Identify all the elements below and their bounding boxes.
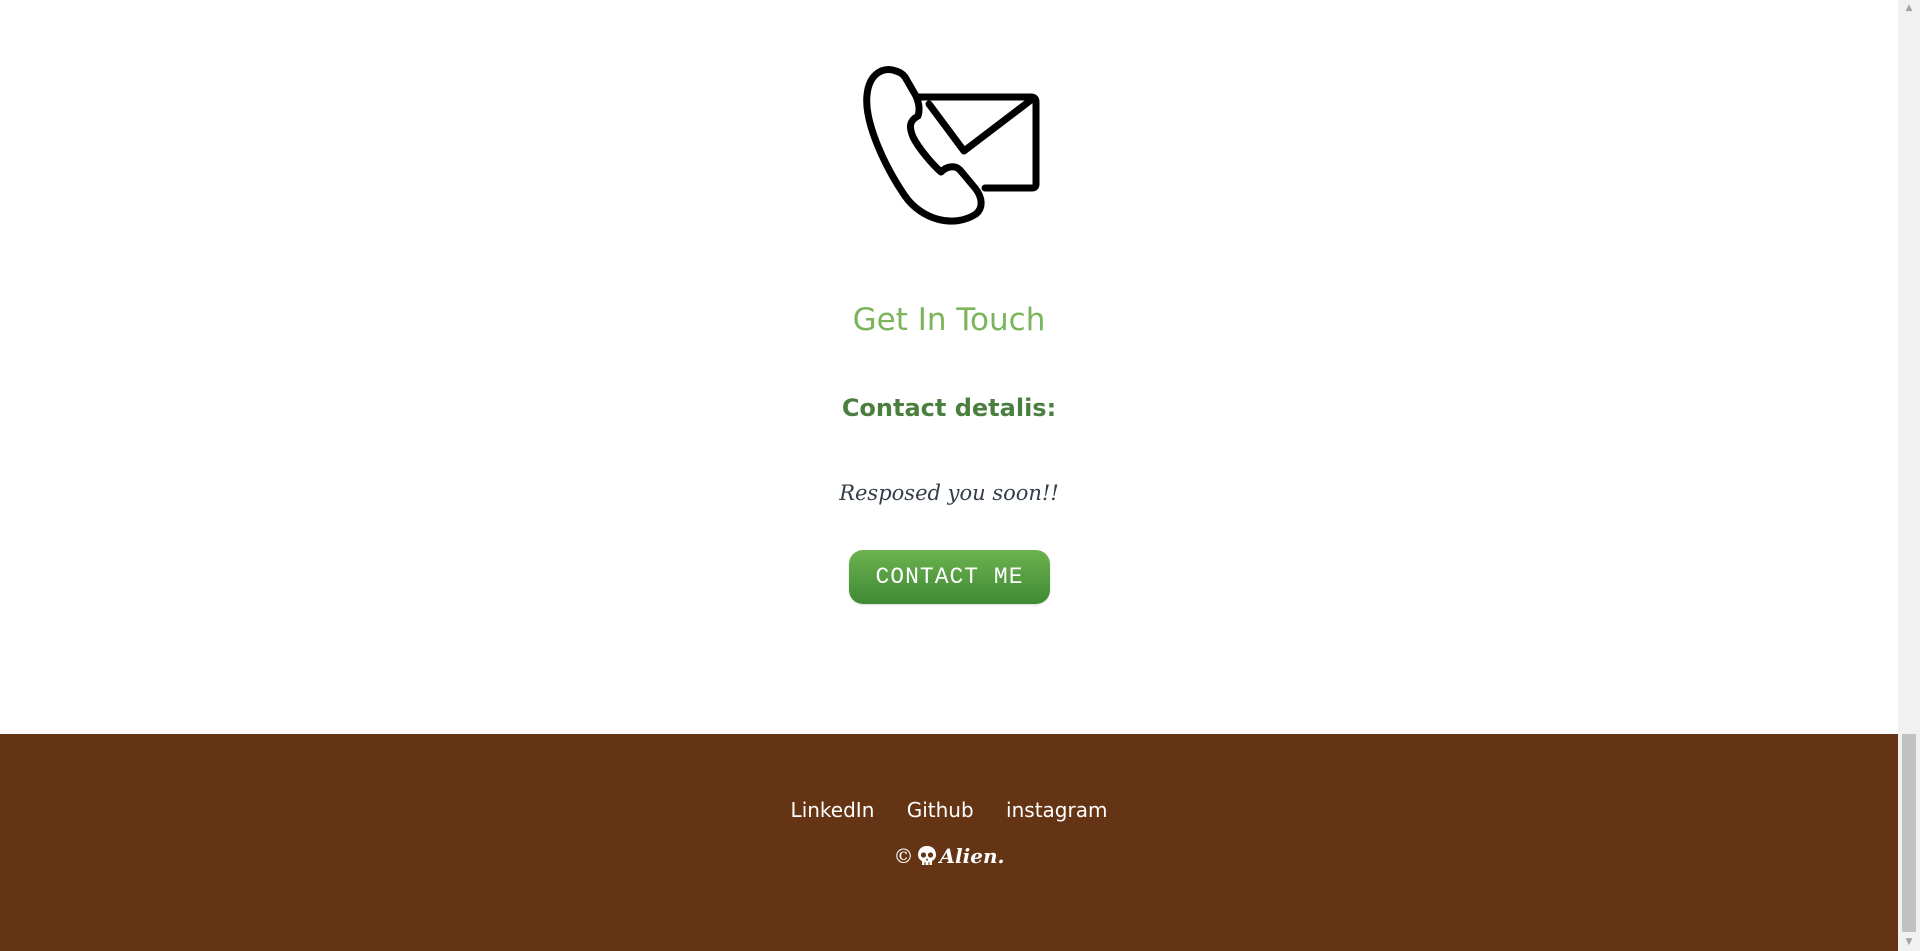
scroll-down-arrow-icon[interactable]: ▼: [1898, 934, 1920, 951]
copyright-symbol: ©: [893, 844, 914, 868]
scroll-up-arrow-icon[interactable]: ▲: [1898, 0, 1920, 17]
contact-me-button[interactable]: CONTACT ME: [849, 550, 1050, 604]
response-note: Resposed you soon!!: [839, 481, 1059, 505]
phone-envelope-icon: [863, 66, 1040, 225]
vertical-scrollbar[interactable]: ▲ ▼: [1898, 0, 1920, 951]
skull-icon: [917, 846, 936, 865]
page: Get In Touch Contact detalis: Resposed y…: [0, 0, 1920, 951]
github-link[interactable]: Github: [907, 798, 974, 822]
get-in-touch-title: Get In Touch: [852, 302, 1046, 338]
copyright: © Alien.: [0, 842, 1898, 870]
footer-links: LinkedIn Github instagram: [0, 797, 1898, 823]
contact-details-heading: Contact detalis:: [841, 394, 1057, 422]
copyright-name: Alien.: [939, 844, 1005, 868]
contact-section: Get In Touch Contact detalis: Resposed y…: [0, 0, 1898, 734]
scroll-thumb[interactable]: [1902, 734, 1916, 932]
linkedin-link[interactable]: LinkedIn: [791, 798, 875, 822]
instagram-link[interactable]: instagram: [1006, 798, 1107, 822]
